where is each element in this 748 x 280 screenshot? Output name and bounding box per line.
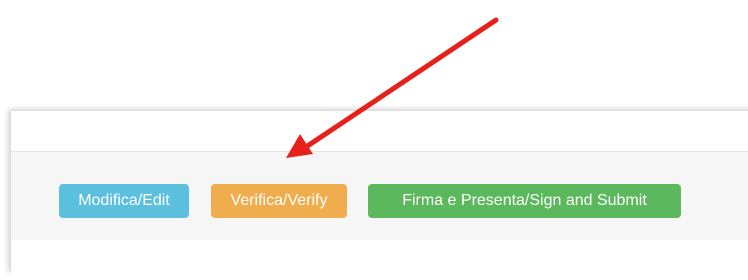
- panel-footer: [11, 240, 748, 280]
- button-group: Modifica/Edit Verifica/Verify Firma e Pr…: [59, 184, 681, 218]
- panel-header: [11, 111, 748, 152]
- form-panel: Modifica/Edit Verifica/Verify Firma e Pr…: [10, 110, 748, 280]
- action-bar: Modifica/Edit Verifica/Verify Firma e Pr…: [11, 152, 748, 240]
- verify-button[interactable]: Verifica/Verify: [211, 184, 347, 218]
- sign-and-submit-button[interactable]: Firma e Presenta/Sign and Submit: [368, 184, 681, 218]
- edit-button[interactable]: Modifica/Edit: [59, 184, 189, 218]
